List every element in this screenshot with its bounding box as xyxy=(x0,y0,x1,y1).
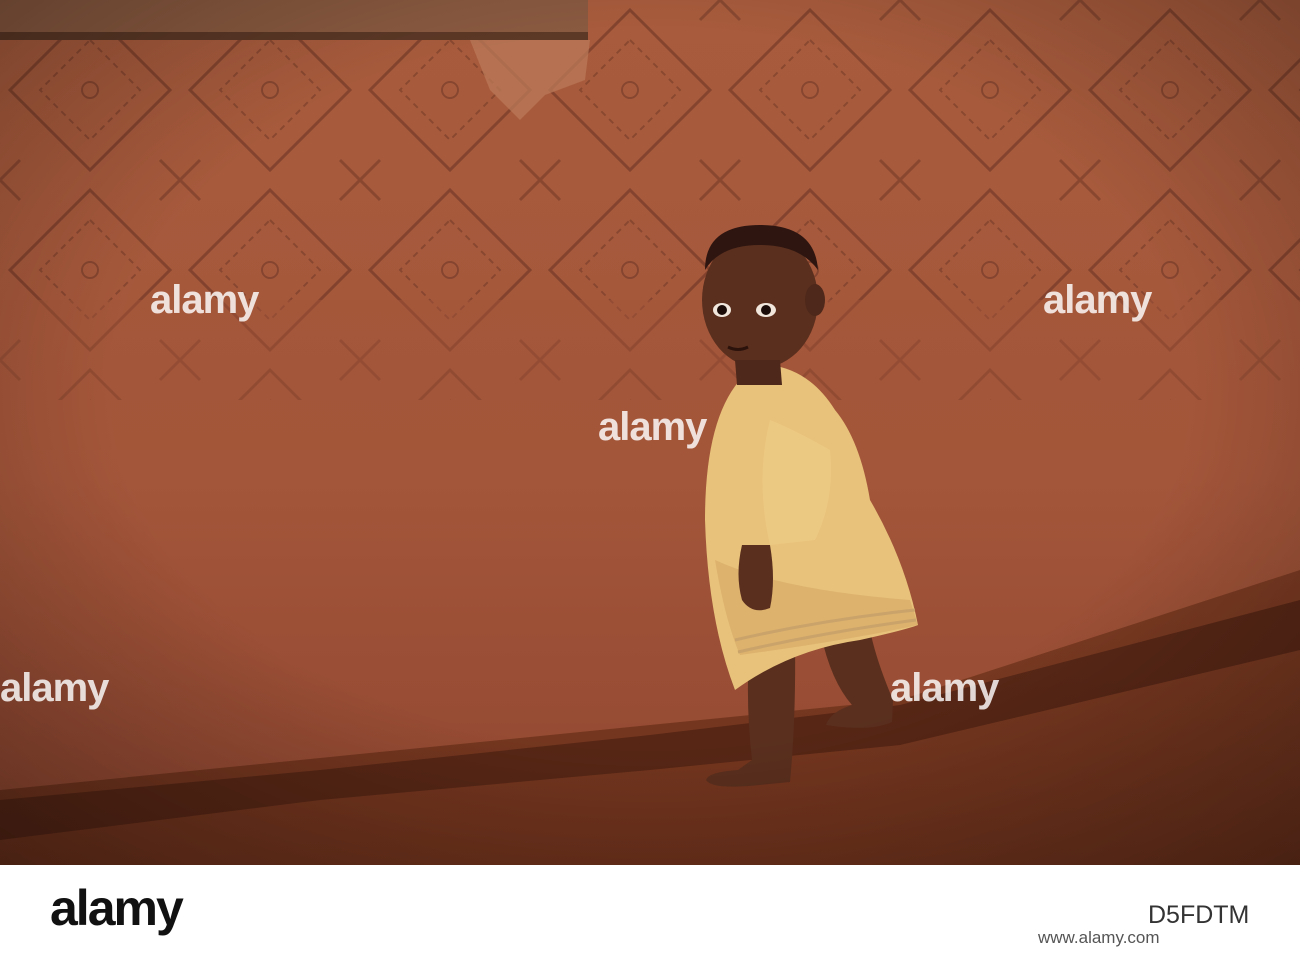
site-url: www.alamy.com xyxy=(1038,928,1160,947)
watermark-text: alamy xyxy=(150,278,259,322)
watermark-text: alamy xyxy=(0,666,109,710)
watermark-text: alamy xyxy=(890,666,999,710)
watermark-text: alamy xyxy=(598,405,707,449)
image-id: D5FDTM xyxy=(1148,901,1250,929)
footer-bar: alamy D5FDTM www.alamy.com xyxy=(0,865,1300,955)
stock-photo-page: alamy alamy alamy alamy alamy alamy D5FD… xyxy=(0,0,1300,955)
watermark-text: alamy xyxy=(1043,278,1152,322)
alamy-logo: alamy xyxy=(50,880,184,936)
photo: alamy alamy alamy alamy alamy xyxy=(0,0,1300,865)
